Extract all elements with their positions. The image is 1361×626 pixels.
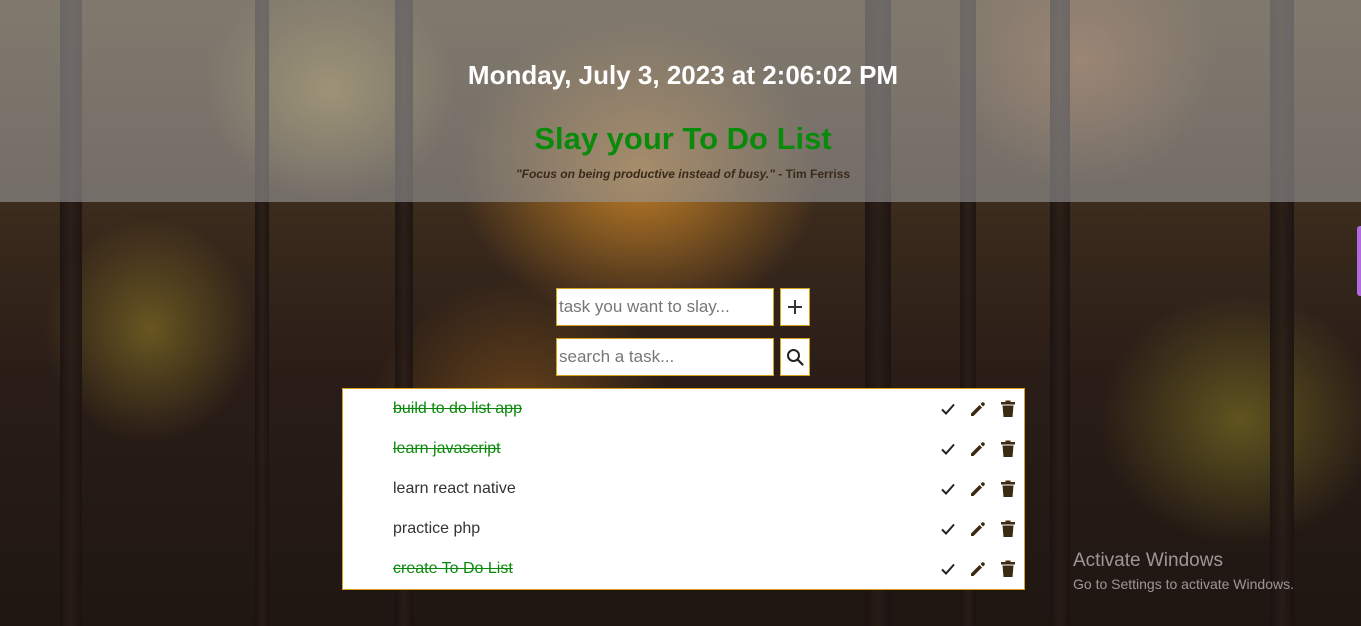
add-task-form <box>556 288 810 326</box>
task-item: create To Do List <box>383 549 1024 589</box>
trash-icon <box>1000 520 1015 537</box>
activate-windows-watermark: Activate Windows Go to Settings to activ… <box>1073 550 1294 592</box>
check-icon <box>940 523 955 535</box>
edit-task-button[interactable] <box>967 399 988 420</box>
page-title: Slay your To Do List <box>534 121 832 156</box>
current-datetime: Monday, July 3, 2023 at 2:06:02 PM <box>467 60 899 90</box>
task-actions <box>937 389 1018 429</box>
add-task-button[interactable] <box>780 288 810 326</box>
task-text: learn react native <box>393 480 516 497</box>
delete-task-button[interactable] <box>997 559 1018 580</box>
task-item: learn react native <box>383 469 1024 509</box>
pencil-icon <box>970 482 985 496</box>
check-icon <box>940 483 955 495</box>
task-input[interactable] <box>556 288 774 326</box>
task-actions <box>937 429 1018 469</box>
trash-icon <box>1000 560 1015 577</box>
task-actions <box>937 469 1018 509</box>
task-item: practice php <box>383 509 1024 549</box>
side-panel-tab[interactable] <box>1357 226 1361 296</box>
task-text: create To Do List <box>393 560 513 577</box>
trash-icon <box>1000 400 1015 417</box>
trash-icon <box>1000 440 1015 457</box>
task-text: practice php <box>393 520 481 537</box>
edit-task-button[interactable] <box>967 519 988 540</box>
task-item: build to do list app <box>383 389 1024 429</box>
task-item: learn javascript <box>383 429 1024 469</box>
trash-icon <box>1000 480 1015 497</box>
delete-task-button[interactable] <box>997 399 1018 420</box>
edit-task-button[interactable] <box>967 479 988 500</box>
motivational-quote: "Focus on being productive instead of bu… <box>0 167 1361 181</box>
edit-task-button[interactable] <box>967 439 988 460</box>
complete-task-button[interactable] <box>937 519 958 540</box>
complete-task-button[interactable] <box>937 439 958 460</box>
complete-task-button[interactable] <box>937 399 958 420</box>
search-button[interactable] <box>780 338 810 376</box>
task-actions <box>937 549 1018 589</box>
check-icon <box>940 563 955 575</box>
delete-task-button[interactable] <box>997 479 1018 500</box>
watermark-title: Activate Windows <box>1073 550 1223 571</box>
delete-task-button[interactable] <box>997 519 1018 540</box>
search-form <box>556 338 810 376</box>
delete-task-button[interactable] <box>997 439 1018 460</box>
plus-icon <box>788 300 802 314</box>
quote-text: "Focus on being productive instead of bu… <box>515 167 775 181</box>
check-icon <box>940 443 955 455</box>
check-icon <box>940 403 955 415</box>
task-text: learn javascript <box>393 440 501 457</box>
task-actions <box>937 509 1018 549</box>
pencil-icon <box>970 442 985 456</box>
pencil-icon <box>970 402 985 416</box>
quote-author: - Tim Ferriss <box>774 167 851 181</box>
task-list: build to do list app learn javascript lear… <box>342 388 1025 590</box>
pencil-icon <box>970 522 985 536</box>
complete-task-button[interactable] <box>937 559 958 580</box>
search-input[interactable] <box>556 338 774 376</box>
complete-task-button[interactable] <box>937 479 958 500</box>
app-background: Monday, July 3, 2023 at 2:06:02 PM Slay … <box>0 0 1361 626</box>
search-icon <box>787 349 804 366</box>
edit-task-button[interactable] <box>967 559 988 580</box>
task-text: build to do list app <box>393 400 522 417</box>
pencil-icon <box>970 562 985 576</box>
watermark-subtitle: Go to Settings to activate Windows. <box>1073 576 1294 592</box>
